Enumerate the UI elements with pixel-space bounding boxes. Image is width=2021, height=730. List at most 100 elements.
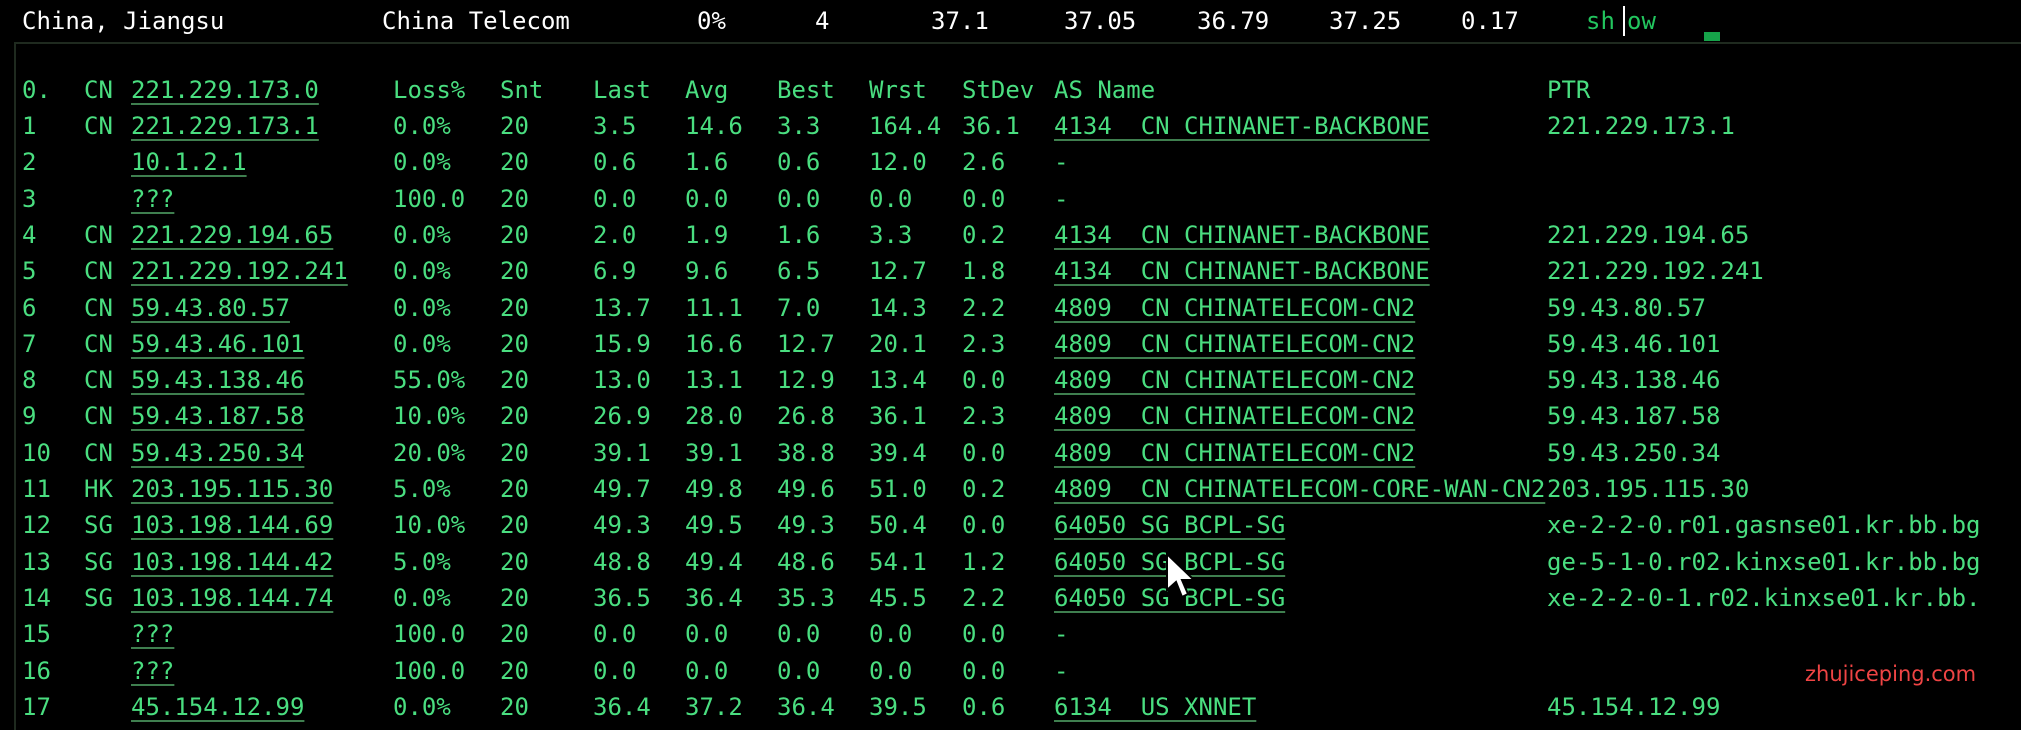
cell-idx: 9 <box>22 402 37 431</box>
cell-as[interactable]: 4809 CN CHINATELECOM-CN2 <box>1054 329 1415 359</box>
cell-cc: CN <box>84 329 113 358</box>
cell-cc: SG <box>84 547 113 576</box>
cell-idx: 12 <box>22 511 51 540</box>
cell-as[interactable]: 6134 US XNNET <box>1054 692 1256 722</box>
cell-avg: 36.4 <box>685 583 743 612</box>
cell-stdev: 0.0 <box>962 438 1006 467</box>
cell-ip[interactable]: 203.195.115.30 <box>131 474 333 504</box>
cell-loss: 10.0% <box>393 402 466 431</box>
cell-ip[interactable]: 10.1.2.1 <box>131 147 247 177</box>
cell-as: - <box>1054 148 1069 177</box>
summary-last: 37.1 <box>931 7 989 35</box>
cell-snt: 20 <box>500 112 529 140</box>
table-row: 6 CN 59.43.80.57 0.0% 20 13.7 11.1 7.0 14.3 2.2 48… <box>0 290 2021 326</box>
header-ptr: PTR <box>1547 76 1591 104</box>
cell-ip[interactable]: 221.229.173.1 <box>131 111 319 141</box>
cell-ip[interactable]: 103.198.144.69 <box>131 510 333 540</box>
cell-best: 0.6 <box>777 148 821 177</box>
cell-ptr: 221.229.173.1 <box>1547 112 1735 140</box>
cell-wrst: 45.5 <box>869 583 927 612</box>
cell-ip[interactable]: ??? <box>131 656 174 686</box>
show-command-suffix[interactable]: ow <box>1627 7 1656 35</box>
cell-ip[interactable]: 103.198.144.74 <box>131 583 333 613</box>
cell-ip[interactable]: 59.43.250.34 <box>131 438 304 468</box>
table-row: 9 CN 59.43.187.58 10.0% 20 26.9 28.0 26.8 36.1 2.… <box>0 398 2021 434</box>
cell-loss: 0.0% <box>393 257 451 286</box>
cell-as[interactable]: 4809 CN CHINATELECOM-CN2 <box>1054 365 1415 395</box>
cell-stdev: 1.8 <box>962 257 1006 286</box>
cell-best: 48.6 <box>777 547 835 576</box>
cell-idx: 3 <box>22 184 37 213</box>
cell-wrst: 13.4 <box>869 366 927 395</box>
summary-location: China, Jiangsu <box>22 7 225 35</box>
cell-idx: 8 <box>22 366 37 395</box>
cell-snt: 20 <box>500 148 529 177</box>
cell-as[interactable]: 4809 CN CHINATELECOM-CN2 <box>1054 438 1415 468</box>
cell-stdev: 36.1 <box>962 112 1020 140</box>
cell-loss: 0.0% <box>393 220 451 249</box>
cell-last: 36.5 <box>593 583 651 612</box>
cell-ptr: ge-5-1-0.r02.kinxse01.kr.bb.bg <box>1547 547 1981 576</box>
cell-ip[interactable]: 59.43.80.57 <box>131 293 290 323</box>
cell-as[interactable]: 4134 CN CHINANET-BACKBONE <box>1054 111 1430 141</box>
table-row: 2 10.1.2.1 0.0% 20 0.6 1.6 0.6 12.0 2.6 - <box>0 144 2021 180</box>
cell-as[interactable]: 64050 SG BCPL-SG <box>1054 510 1285 540</box>
header-country: CN <box>84 76 113 104</box>
cell-as[interactable]: 4134 CN CHINANET-BACKBONE <box>1054 256 1430 286</box>
cell-ip[interactable]: 59.43.46.101 <box>131 329 304 359</box>
cell-ip[interactable]: 221.229.194.65 <box>131 220 333 250</box>
cell-stdev: 0.6 <box>962 692 1006 721</box>
cell-loss: 0.0% <box>393 692 451 721</box>
cell-as[interactable]: 4809 CN CHINATELECOM-CN2 <box>1054 293 1415 323</box>
cell-wrst: 3.3 <box>869 220 913 249</box>
mouse-pointer-icon <box>1166 552 1197 599</box>
cell-ip[interactable]: ??? <box>131 619 174 649</box>
table-header: 0. CN 221.229.173.0 Loss% Snt Last Avg B… <box>0 72 2021 108</box>
cell-avg: 9.6 <box>685 257 729 286</box>
cell-ip[interactable]: 221.229.192.241 <box>131 256 348 286</box>
table-row: 1 CN 221.229.173.1 0.0% 20 3.5 14.6 3.3 164.4 36.… <box>0 108 2021 144</box>
cell-loss: 0.0% <box>393 293 451 322</box>
table-row: 7 CN 59.43.46.101 0.0% 20 15.9 16.6 12.7 20.1 2.3… <box>0 326 2021 362</box>
cell-stdev: 2.6 <box>962 148 1006 177</box>
cell-snt: 20 <box>500 329 529 358</box>
cell-stdev: 2.3 <box>962 329 1006 358</box>
cell-loss: 0.0% <box>393 583 451 612</box>
cell-stdev: 2.2 <box>962 293 1006 322</box>
show-command-prefix[interactable]: sh <box>1586 7 1615 35</box>
cell-avg: 39.1 <box>685 438 743 467</box>
cell-last: 0.6 <box>593 148 637 177</box>
cell-loss: 0.0% <box>393 329 451 358</box>
cell-as[interactable]: 4809 CN CHINATELECOM-CORE-WAN-CN2 <box>1054 474 1545 504</box>
cell-loss: 5.0% <box>393 475 451 503</box>
cell-loss: 5.0% <box>393 547 451 576</box>
cell-wrst: 50.4 <box>869 511 927 540</box>
cell-ip[interactable]: 45.154.12.99 <box>131 692 304 722</box>
cell-avg: 0.0 <box>685 656 729 685</box>
table-row: 16??? 100.0 20 0.0 0.0 0.0 0.0 0.0 - <box>0 653 2021 689</box>
header-snt: Snt <box>500 76 544 104</box>
header-host[interactable]: 221.229.173.0 <box>131 75 319 105</box>
cell-snt: 20 <box>500 402 529 431</box>
cell-ip[interactable]: 59.43.187.58 <box>131 401 304 431</box>
cell-ptr: 59.43.80.57 <box>1547 293 1706 322</box>
header-wrst: Wrst <box>869 76 927 104</box>
cell-as[interactable]: 4134 CN CHINANET-BACKBONE <box>1054 220 1430 250</box>
cell-snt: 20 <box>500 620 529 649</box>
table-row: 8 CN 59.43.138.46 55.0% 20 13.0 13.1 12.9 13.4 0.… <box>0 362 2021 398</box>
cell-best: 36.4 <box>777 692 835 721</box>
cell-last: 48.8 <box>593 547 651 576</box>
cell-as: - <box>1054 620 1069 649</box>
table-row: 10 CN 59.43.250.34 20.0% 20 39.1 39.1 38.8 39.4 0… <box>0 435 2021 471</box>
cell-as[interactable]: 4809 CN CHINATELECOM-CN2 <box>1054 401 1415 431</box>
cell-ip[interactable]: 103.198.144.42 <box>131 547 333 577</box>
progress-block <box>1704 32 1720 41</box>
header-avg: Avg <box>685 76 729 104</box>
table-row: 17 45.154.12.99 0.0% 20 36.4 37.2 36.4 39.5 0.6 6… <box>0 689 2021 725</box>
watermark: zhujiceping.com <box>1805 662 1977 686</box>
cell-ip[interactable]: ??? <box>131 184 174 214</box>
cell-avg: 14.6 <box>685 112 743 140</box>
cell-ip[interactable]: 59.43.138.46 <box>131 365 304 395</box>
table-row: 14 SG 103.198.144.74 0.0% 20 36.5 36.4 35.3 45.5… <box>0 580 2021 616</box>
cell-avg: 28.0 <box>685 402 743 431</box>
